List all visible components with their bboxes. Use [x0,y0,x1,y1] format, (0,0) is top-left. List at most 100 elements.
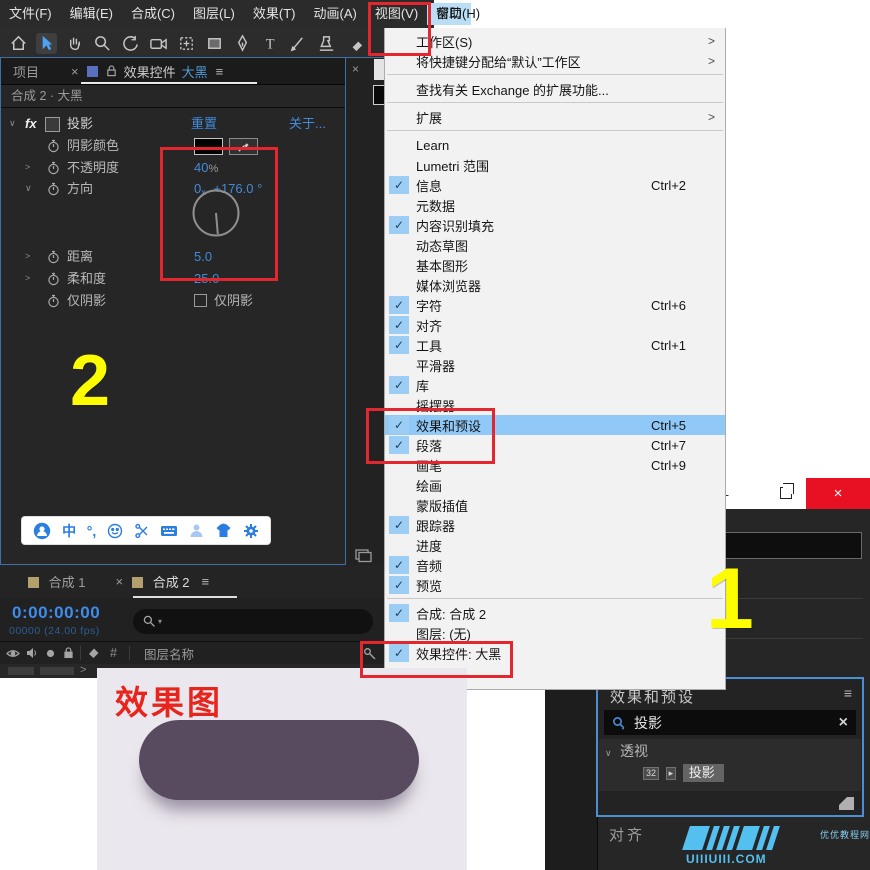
menubar-item-help[interactable]: 帮助(H) [436,0,480,28]
comp1-tab[interactable]: 合成 1 [28,572,85,591]
restore-button[interactable] [780,487,792,499]
window-menu-item[interactable]: 蒙版插值 [385,495,725,515]
menubar-item-6[interactable]: 动画(A) [305,3,366,25]
effect-header-row[interactable]: ∨ fx 投影 重置 关于... [1,113,345,134]
ime-person-icon[interactable] [189,523,204,538]
ime-mode-icon[interactable]: 中 [62,521,76,541]
window-menu-item[interactable]: 图层: (无) [385,623,725,643]
new-preset-icon[interactable] [839,797,854,810]
category-row-perspective[interactable]: ∨ 透视 [605,741,648,761]
window-menu-item[interactable]: 工作区(S)> [385,31,725,51]
type-tool-icon[interactable]: T [260,33,281,54]
stopwatch-icon[interactable] [47,294,60,308]
menubar-item-3[interactable]: 合成(C) [122,3,184,25]
window-menu-item[interactable]: ✓字符Ctrl+6 [385,295,725,315]
window-menu-item[interactable]: Learn [385,135,725,155]
window-menu-item[interactable]: 查找有关 Exchange 的扩展功能... [385,79,725,99]
about-button[interactable]: 关于... [289,113,326,134]
stamp-tool-icon[interactable] [316,33,337,54]
window-menu-item[interactable]: 元数据 [385,195,725,215]
chevron-down-icon[interactable]: ∨ [25,178,32,199]
window-menu-item[interactable]: ✓跟踪器 [385,515,725,535]
window-menu-item[interactable]: Lumetri 范围 [385,155,725,175]
zoom-tool-icon[interactable] [92,33,113,54]
tab-close-icon[interactable]: × [352,62,359,76]
chevron-right-icon[interactable]: > [25,157,30,178]
audio-speaker-icon[interactable] [26,647,38,659]
stopwatch-icon[interactable] [47,272,60,286]
chevron-down-icon[interactable]: ∨ [9,113,16,134]
ime-skin-icon[interactable] [215,523,232,538]
hand-tool-icon[interactable] [64,33,85,54]
ime-punctuation-icon[interactable]: °, [87,523,97,539]
tab-project[interactable]: 项目 [1,62,51,81]
tab-effect-controls[interactable]: 效果控件 [124,62,176,81]
eraser-tool-icon[interactable] [344,33,365,54]
panel-tab-align[interactable]: 对齐 [609,824,645,845]
layer-number-header[interactable]: # [110,646,117,660]
window-menu-item[interactable]: 基本图形 [385,255,725,275]
window-menu-item[interactable]: ✓内容识别填充 [385,215,725,235]
ime-keyboard-icon[interactable] [160,524,178,538]
pan-behind-tool-icon[interactable] [176,33,197,54]
rotate-tool-icon[interactable] [120,33,141,54]
layer-name-header[interactable]: 图层名称 [144,644,194,663]
window-menu-item[interactable]: 进度 [385,535,725,555]
shadow-only-checkbox[interactable] [194,294,207,307]
window-menu-item[interactable]: 扩展> [385,107,725,127]
selection-tool-icon[interactable] [36,33,57,54]
panel-menu-icon[interactable]: ≡ [202,574,210,589]
ime-settings-icon[interactable] [243,523,259,539]
menubar-item-5[interactable]: 效果(T) [244,3,305,25]
shadow-only-label: 仅阴影 [67,290,106,311]
window-menu-item[interactable]: 平滑器 [385,355,725,375]
brush-tool-icon[interactable] [288,33,309,54]
expand-arrow-icon[interactable]: > [80,664,86,676]
effect-row-drop-shadow[interactable]: 32 ▸ 投影 [643,762,724,781]
panel-menu-icon[interactable]: ≡ [844,685,852,701]
menubar-item-4[interactable]: 图层(L) [184,3,244,25]
pen-tool-icon[interactable] [232,33,253,54]
lock-icon[interactable] [63,647,74,659]
close-button[interactable]: × [806,478,870,509]
effects-search-input[interactable]: 投影 × [604,710,856,735]
window-menu-item[interactable]: 将快捷键分配给“默认”工作区> [385,51,725,71]
window-menu-item[interactable]: ✓音频 [385,555,725,575]
window-menu-item[interactable]: ✓合成: 合成 2 [385,603,725,623]
stopwatch-icon[interactable] [47,161,60,175]
window-menu-item[interactable]: ✓库 [385,375,725,395]
window-menu-item[interactable]: ✓工具Ctrl+1 [385,335,725,355]
shape-tool-icon[interactable] [204,33,225,54]
label-tag-icon[interactable] [87,647,100,659]
ime-scissors-icon[interactable] [134,523,150,539]
window-menu-item[interactable]: 动态草图 [385,235,725,255]
ime-emoji-icon[interactable] [107,523,123,539]
tab-close-icon[interactable]: × [71,64,79,79]
timeline-search-input[interactable]: ▾ [133,609,373,634]
menubar-item-2[interactable]: 编辑(E) [61,3,122,25]
panel-menu-icon[interactable]: ≡ [216,64,224,79]
monitor-icon[interactable] [355,549,372,563]
clear-search-icon[interactable]: × [839,714,848,732]
ime-avatar-icon[interactable] [33,522,51,540]
tab-close-icon[interactable]: × [115,574,123,589]
window-menu-item[interactable]: ✓信息Ctrl+2 [385,175,725,195]
stopwatch-icon[interactable] [47,139,60,153]
lock-icon[interactable] [106,65,117,77]
chevron-right-icon[interactable]: > [25,268,30,289]
chevron-right-icon[interactable]: > [25,246,30,267]
timecode[interactable]: 0:00:00:00 [12,603,100,623]
home-icon[interactable] [8,33,29,54]
stopwatch-icon[interactable] [47,182,60,196]
menubar-item-1[interactable]: 文件(F) [0,3,61,25]
window-menu-item[interactable]: ✓预览 [385,575,725,595]
window-menu-item[interactable]: ✓对齐 [385,315,725,335]
window-menu-item[interactable]: 绘画 [385,475,725,495]
camera-tool-icon[interactable] [148,33,169,54]
video-eye-icon[interactable] [6,648,20,659]
comp2-tab[interactable]: 合成 2 [132,572,189,591]
window-menu-item[interactable]: 媒体浏览器 [385,275,725,295]
reset-button[interactable]: 重置 [191,113,217,134]
stopwatch-icon[interactable] [47,250,60,264]
solo-icon[interactable] [46,649,55,658]
